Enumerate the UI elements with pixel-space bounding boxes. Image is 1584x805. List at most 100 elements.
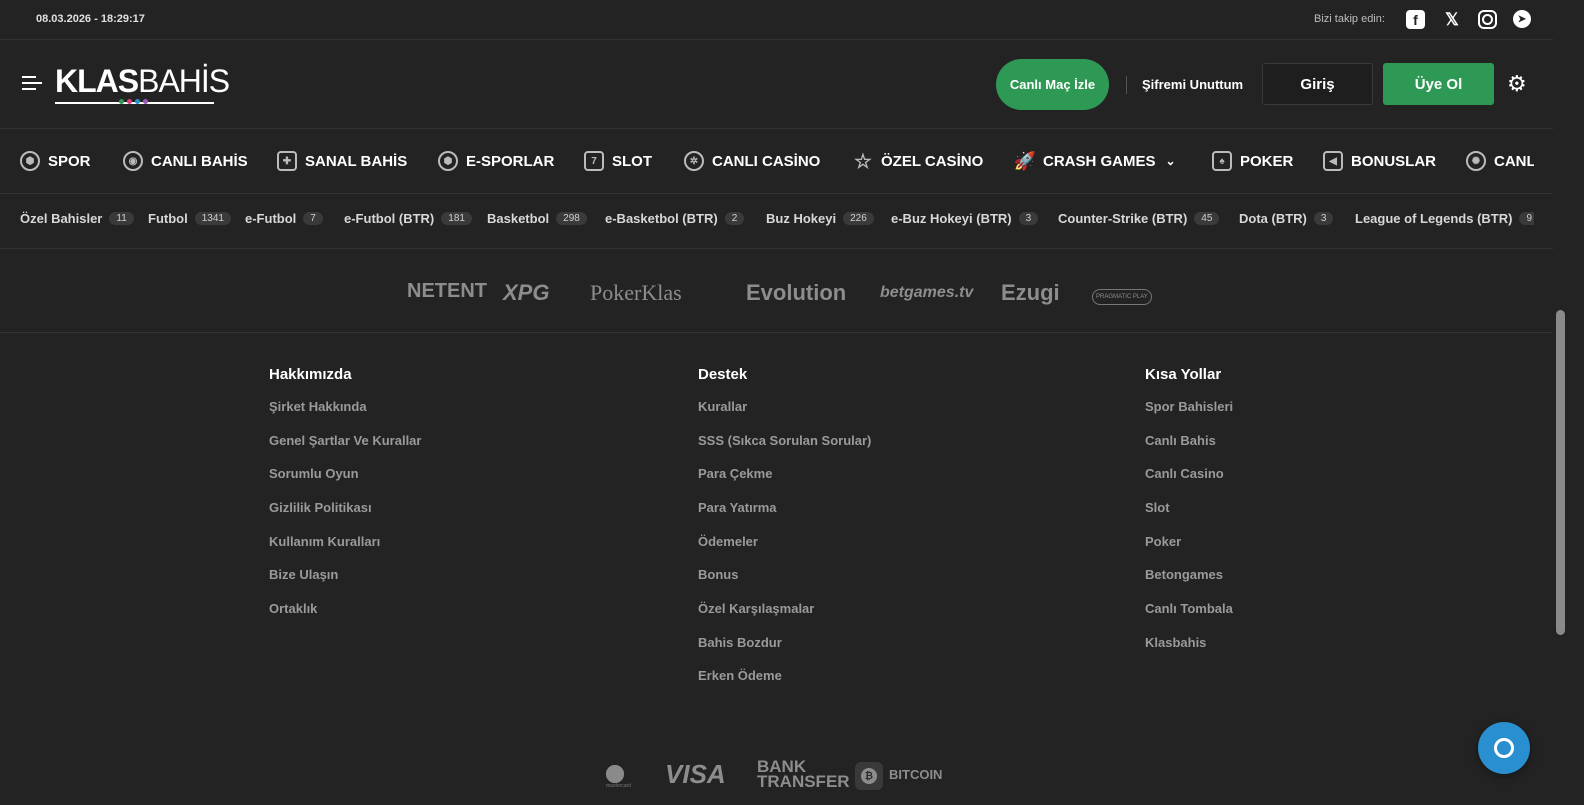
count-badge: 7: [303, 211, 323, 225]
footer-link[interactable]: Özel Karşılaşmalar: [698, 601, 814, 616]
footer-col-title: Kısa Yollar: [1145, 366, 1222, 383]
gear-icon[interactable]: ⚙: [1507, 73, 1529, 95]
filter-chip[interactable]: e-Futbol 7: [245, 208, 323, 228]
megaphone-icon: ◀: [1323, 151, 1343, 171]
filter-chip[interactable]: e-Basketbol (BTR) 2: [605, 208, 745, 228]
mastercard-logo: mastercard: [606, 763, 638, 789]
nav-item-e-sporlar[interactable]: ⬢ E-SPORLAR: [438, 150, 554, 172]
footer-link[interactable]: Kullanım Kuralları: [269, 534, 380, 549]
footer-link[interactable]: Para Yatırma: [698, 500, 777, 515]
pokerklas-logo: PokerKlas: [590, 280, 682, 305]
footer-col-title: Destek: [698, 366, 748, 383]
nav-item-sanal-bahis[interactable]: ✚ SANAL BAHİS: [277, 150, 407, 172]
footer-link[interactable]: Sorumlu Oyun: [269, 466, 359, 481]
xpg-logo: XPG: [503, 280, 550, 305]
nav-item-ozel-casino[interactable]: ☆ ÖZEL CASİNO: [853, 150, 983, 173]
divider: [1126, 76, 1127, 94]
bank-transfer-logo: BANK TRANSFER: [757, 757, 850, 791]
filter-chip[interactable]: Counter-Strike (BTR) 45: [1058, 208, 1220, 228]
filter-chip[interactable]: League of Legends (BTR) 9: [1355, 208, 1534, 228]
star-icon: ☆: [854, 150, 872, 173]
count-badge: 3: [1313, 211, 1334, 225]
footer-link[interactable]: Bize Ulaşın: [269, 567, 338, 582]
telegram-icon[interactable]: ➤: [1513, 10, 1531, 28]
footer-link[interactable]: Klasbahis: [1145, 635, 1206, 650]
footer-link[interactable]: Kurallar: [698, 399, 747, 414]
footer-link[interactable]: Genel Şartlar Ve Kurallar: [269, 433, 421, 448]
facebook-icon[interactable]: f: [1406, 10, 1425, 29]
footer-link[interactable]: Ortaklık: [269, 601, 317, 616]
main-nav: ⬢ SPOR ◉ CANLI BAHİS ✚ SANAL BAHİS ⬢ E-SPORL…: [0, 130, 1568, 194]
logo-light: BAHİS: [138, 63, 230, 99]
filter-chip[interactable]: Dota (BTR) 3: [1239, 208, 1334, 228]
filter-chip[interactable]: Özel Bahisler 11: [20, 208, 134, 228]
nav-item-bonuslar[interactable]: ◀ BONUSLAR: [1323, 150, 1436, 172]
soccer-ball-icon: ⬢: [20, 151, 40, 171]
filter-chip[interactable]: Buz Hokeyi 226: [766, 208, 874, 228]
nav-item-crash-games[interactable]: 🚀 CRASH GAMES ⌄: [1013, 150, 1176, 172]
footer-link[interactable]: Ödemeler: [698, 534, 758, 549]
footer-link[interactable]: Spor Bahisleri: [1145, 399, 1233, 414]
live-match-button[interactable]: Canlı Maç İzle: [996, 59, 1109, 110]
visa-logo: VISA: [665, 759, 726, 789]
register-button[interactable]: Üye Ol: [1383, 63, 1494, 105]
footer-link[interactable]: Bahis Bozdur: [698, 635, 782, 650]
datetime: 08.03.2026 - 18:29:17: [36, 13, 145, 25]
chevron-down-icon: ⌄: [1165, 154, 1176, 168]
footer-link[interactable]: Poker: [1145, 534, 1181, 549]
filter-chip[interactable]: Basketbol 298: [487, 208, 587, 228]
instagram-icon[interactable]: [1478, 10, 1497, 29]
menu-icon[interactable]: [22, 76, 42, 92]
footer-link[interactable]: Betongames: [1145, 567, 1223, 582]
logo-dots: [119, 99, 148, 104]
forgot-password-link[interactable]: Şifremi Unuttum: [1142, 77, 1243, 92]
login-button[interactable]: Giriş: [1262, 63, 1373, 105]
cards-icon: ♠: [1212, 151, 1232, 171]
footer-col-title: Hakkımızda: [269, 366, 352, 383]
x-icon[interactable]: 𝕏: [1442, 10, 1462, 30]
logo-bold: KLAS: [55, 63, 139, 99]
count-badge: 11: [109, 211, 134, 225]
footer-link[interactable]: SSS (Sıkca Sorulan Sorular): [698, 433, 871, 448]
filter-chip[interactable]: Futbol 1341: [148, 208, 231, 228]
chat-bubble-icon[interactable]: [1478, 722, 1530, 774]
sport-filter-bar: Özel Bahisler 11 Futbol 1341 e-Futbol 7 e-F…: [0, 195, 1568, 240]
evolution-logo: Evolution: [746, 280, 847, 305]
footer-link[interactable]: Para Çekme: [698, 466, 772, 481]
count-badge: 298: [556, 211, 587, 225]
footer-link[interactable]: Erken Ödeme: [698, 668, 782, 683]
filter-chip[interactable]: e-Buz Hokeyi (BTR) 3: [891, 208, 1039, 228]
slot-machine-icon: 7: [584, 151, 604, 171]
scrollbar-thumb[interactable]: [1556, 310, 1565, 635]
count-badge: 1341: [194, 211, 231, 225]
betgames-logo: betgames.tv: [880, 284, 974, 301]
top-bar: 08.03.2026 - 18:29:17 Bizi takip edin: f…: [0, 0, 1568, 40]
live-broadcast-icon: ◉: [123, 151, 143, 171]
filter-chip[interactable]: e-Futbol (BTR) 181: [344, 208, 472, 228]
footer-link[interactable]: Canlı Casino: [1145, 466, 1224, 481]
nav-item-canli-bahis[interactable]: ◉ CANLI BAHİS: [123, 150, 248, 172]
count-badge: 2: [724, 211, 745, 225]
nav-item-spor[interactable]: ⬢ SPOR: [20, 150, 91, 172]
bitcoin-icon: ₿: [855, 762, 883, 790]
footer-link[interactable]: Gizlilik Politikası: [269, 500, 372, 515]
footer-link[interactable]: Şirket Hakkında: [269, 399, 367, 414]
footer-link[interactable]: Bonus: [698, 567, 738, 582]
bitcoin-label: BITCOIN: [889, 767, 943, 782]
footer-link[interactable]: Canlı Bahis: [1145, 433, 1216, 448]
pragmatic-play-logo: PRAGMATIC PLAY: [1092, 289, 1152, 305]
footer-link[interactable]: Slot: [1145, 500, 1170, 515]
nav-item-slot[interactable]: 7 SLOT: [584, 150, 652, 172]
count-badge: 9: [1519, 211, 1534, 225]
nav-item-poker[interactable]: ♠ POKER: [1212, 150, 1293, 172]
logo[interactable]: KLASBAHİS: [55, 63, 230, 100]
rocket-icon: 🚀: [1013, 150, 1037, 171]
nav-item-canli-casino[interactable]: ✲ CANLI CASİNO: [684, 150, 820, 172]
count-badge: 3: [1018, 211, 1039, 225]
nav-item-canli-tombala[interactable]: ✺ CANL: [1466, 150, 1534, 172]
header: KLASBAHİS Canlı Maç İzle Şifremi Unuttum…: [0, 41, 1568, 129]
ferris-wheel-icon: ✺: [1466, 151, 1486, 171]
follow-label: Bizi takip edin:: [1314, 13, 1385, 25]
footer-link[interactable]: Canlı Tombala: [1145, 601, 1233, 616]
ezugi-logo: Ezugi: [1001, 280, 1060, 305]
